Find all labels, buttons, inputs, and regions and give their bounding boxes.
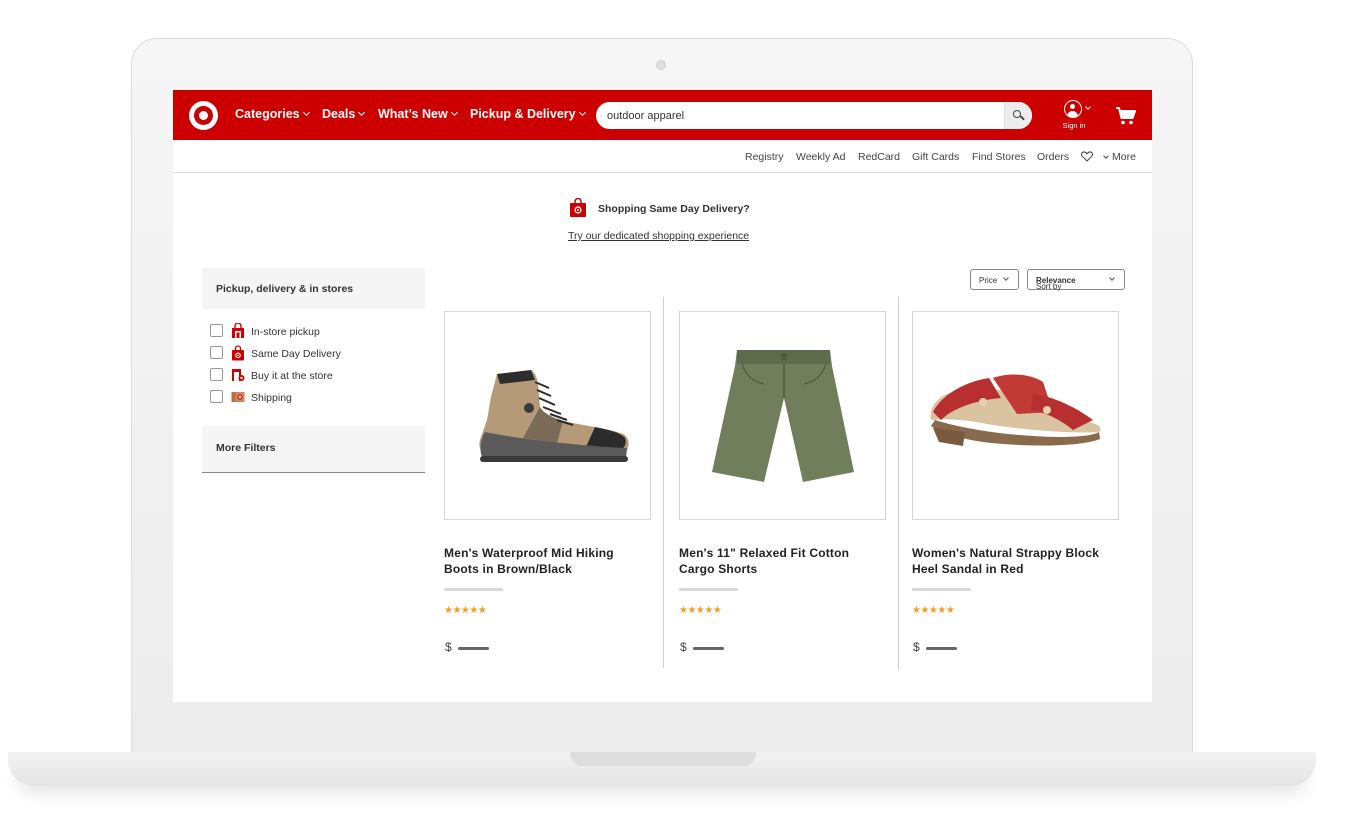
account-button[interactable]: Sign in [1056,100,1092,132]
webcam [656,60,666,70]
chevron-down-icon [358,108,366,117]
nav-deals-label: Deals [322,107,356,121]
chevron-down-icon [1003,275,1009,281]
browser-screen: Categories Deals What’s New Pickup & Del… [173,90,1152,702]
product-image-cargo-shorts[interactable] [679,311,886,520]
same-day-bag-icon [570,198,586,217]
same-day-bag-icon [232,345,244,361]
price-currency: $ [913,640,920,654]
price-placeholder [458,647,489,650]
heart-icon[interactable] [1081,151,1093,162]
top-header: Categories Deals What’s New Pickup & Del… [173,90,1152,140]
store-pickup-icon [232,323,244,338]
rating-stars: ★★★★★ [912,605,955,616]
nav-categories[interactable]: Categories [235,107,310,121]
user-icon [1064,100,1082,118]
shipping-box-icon [231,392,245,402]
fulfillment-filter-title: Pickup, delivery & in stores [216,283,354,295]
price-placeholder [926,647,957,650]
same-day-banner-link[interactable]: Try our dedicated shopping experience [568,230,749,242]
chevron-down-icon [1085,104,1091,110]
product-name[interactable]: Men's Waterproof Mid Hiking Boots in Bro… [444,545,644,577]
filter-label: In-store pickup [251,326,320,338]
price-dropdown-label: Price [979,276,998,285]
filter-shipping[interactable]: Shipping [210,389,410,405]
nav-whats-new[interactable]: What’s New [378,107,458,121]
column-divider [663,297,664,668]
nav-whats-new-label: What’s New [378,107,448,121]
price-currency: $ [680,640,687,654]
redcard-link[interactable]: RedCard [858,151,900,163]
sign-in-label: Sign in [1062,121,1086,130]
chevron-down-icon [302,108,310,117]
more-label: More [1112,151,1136,163]
price-dropdown[interactable]: Price [970,269,1019,290]
column-divider [898,297,899,670]
registry-link[interactable]: Registry [745,151,784,163]
rating-placeholder [679,588,738,591]
search-icon-handle [1020,115,1025,121]
product-image-hiking-boot[interactable] [444,311,651,520]
cart-icon[interactable] [1115,106,1137,126]
filter-in-store-pickup[interactable]: In-store pickup [210,323,410,339]
search-button[interactable] [1004,102,1032,129]
buy-in-store-icon [232,369,245,381]
fulfillment-filter-header[interactable]: Pickup, delivery & in stores [202,268,425,309]
price-placeholder [693,647,724,650]
weekly-ad-link[interactable]: Weekly Ad [796,151,845,163]
sort-prefix: Sort by [1036,282,1062,291]
sort-dropdown[interactable]: Sort by Relevance [1027,269,1125,291]
orders-link[interactable]: Orders [1037,151,1069,163]
utility-nav: Registry Weekly Ad RedCard Gift Cards Fi… [173,140,1152,173]
filter-buy-at-store[interactable]: Buy it at the store [210,367,410,383]
chevron-down-icon [578,108,586,117]
rating-placeholder [912,588,971,591]
product-name[interactable]: Women's Natural Strappy Block Heel Sanda… [912,545,1112,577]
checkbox[interactable] [210,346,223,359]
target-logo[interactable] [189,101,218,130]
nav-deals[interactable]: Deals [322,107,366,121]
filter-same-day-delivery[interactable]: Same Day Delivery [210,345,410,361]
checkbox[interactable] [210,368,223,381]
chevron-down-icon [1103,153,1109,159]
chevron-down-icon [1109,275,1115,281]
checkbox[interactable] [210,324,223,337]
filter-label: Buy it at the store [251,370,333,382]
chevron-down-icon [450,108,458,117]
laptop-notch [570,752,756,766]
product-image-red-sandal[interactable] [912,311,1119,520]
same-day-banner-title: Shopping Same Day Delivery? [598,203,750,215]
nav-pickup-delivery[interactable]: Pickup & Delivery [470,107,586,121]
search-box [596,102,1032,129]
product-name[interactable]: Men's 11" Relaxed Fit Cotton Cargo Short… [679,545,879,577]
more-filters-button[interactable]: More Filters [202,426,425,473]
nav-categories-label: Categories [235,107,300,121]
more-menu[interactable]: More [1103,151,1136,163]
rating-placeholder [444,588,503,591]
filter-label: Shipping [251,392,292,404]
more-filters-label: More Filters [216,442,276,454]
nav-pickup-delivery-label: Pickup & Delivery [470,107,576,121]
rating-stars: ★★★★★ [679,605,722,616]
price-currency: $ [445,640,452,654]
rating-stars: ★★★★★ [444,605,487,616]
filter-label: Same Day Delivery [251,348,341,360]
search-input[interactable] [596,102,1004,129]
gift-cards-link[interactable]: Gift Cards [912,151,959,163]
checkbox[interactable] [210,390,223,403]
find-stores-link[interactable]: Find Stores [972,151,1026,163]
